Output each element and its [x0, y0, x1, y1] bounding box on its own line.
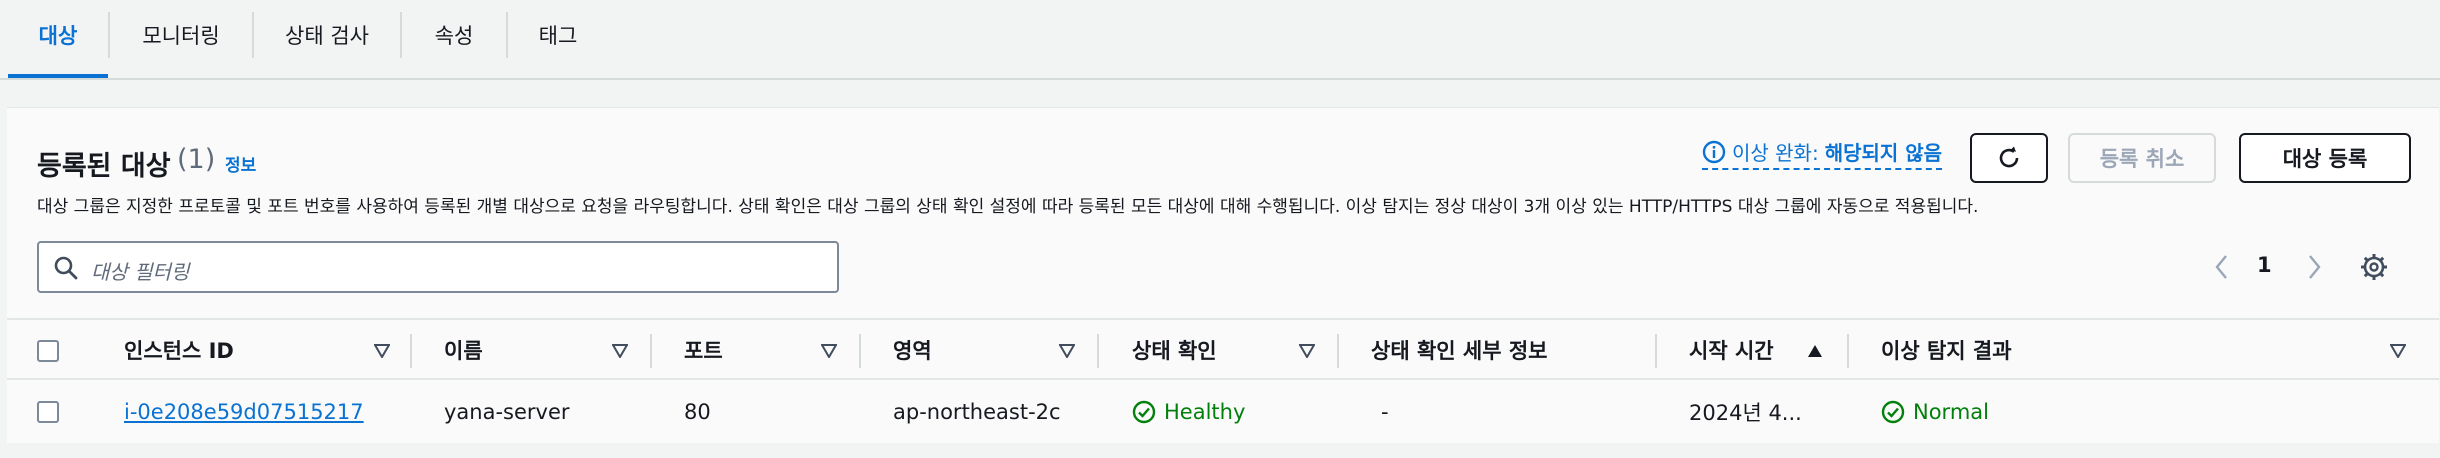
instance-id-link[interactable]: i-0e208e59d07515217: [124, 400, 364, 424]
health-status-text: Healthy: [1164, 400, 1246, 424]
search-placeholder: 대상 필터링: [91, 260, 190, 284]
chevron-right-icon[interactable]: [2304, 253, 2324, 281]
column-divider: [1337, 334, 1339, 368]
panel-title: 등록된 대상: [37, 151, 171, 182]
table-header: 인스턴스 ID 이름 포트 영역 상태 확인 상태 확인 세부 정보 시작 시간…: [7, 318, 2439, 380]
tab-active-indicator: [8, 74, 108, 78]
column-launch-time[interactable]: 시작 시간: [1689, 320, 1774, 380]
name-cell: yana-server: [444, 400, 570, 424]
sort-down-icon[interactable]: [374, 344, 390, 358]
sort-down-icon[interactable]: [1059, 344, 1075, 358]
chevron-left-icon[interactable]: [2212, 253, 2232, 281]
anomaly-value: 해당되지 않음: [1824, 141, 1943, 165]
check-circle-icon: [1132, 400, 1156, 424]
anomaly-result-cell: Normal: [1881, 380, 1989, 444]
panel-description: 대상 그룹은 지정한 프로토콜 및 포트 번호를 사용하여 등록된 개별 대상으…: [37, 197, 1979, 217]
table-row: i-0e208e59d07515217 yana-server 80 ap-no…: [7, 380, 2439, 444]
anomaly-result-text: Normal: [1913, 400, 1989, 424]
select-all-checkbox[interactable]: [37, 340, 59, 362]
anomaly-mitigation-link[interactable]: 이상 완화: 해당되지 않음: [1702, 137, 1943, 170]
column-divider: [859, 334, 861, 368]
current-page[interactable]: 1: [2257, 253, 2272, 277]
anomaly-label: 이상 완화:: [1732, 141, 1819, 165]
row-checkbox[interactable]: [37, 401, 59, 423]
refresh-button[interactable]: [1970, 133, 2048, 183]
column-name[interactable]: 이름: [444, 320, 483, 380]
sort-down-icon[interactable]: [821, 344, 837, 358]
column-instance-id[interactable]: 인스턴스 ID: [124, 320, 234, 380]
column-divider: [1847, 334, 1849, 368]
tab-tags[interactable]: 태그: [508, 0, 608, 70]
info-icon: [1702, 140, 1726, 163]
column-divider: [410, 334, 412, 368]
tab-monitoring[interactable]: 모니터링: [110, 0, 252, 70]
instance-id-cell: i-0e208e59d07515217: [124, 380, 364, 444]
zone-cell: ap-northeast-2c: [893, 400, 1061, 424]
tab-bar: 대상 모니터링 상태 검사 속성 태그: [0, 0, 2440, 80]
sort-down-icon[interactable]: [612, 344, 628, 358]
search-icon: [54, 256, 78, 280]
target-count: (1): [177, 144, 216, 175]
column-divider: [650, 334, 652, 368]
column-health-status[interactable]: 상태 확인: [1132, 320, 1217, 380]
check-circle-icon: [1881, 400, 1905, 424]
sort-down-icon[interactable]: [2390, 344, 2406, 358]
anomaly-result-badge: Normal: [1881, 400, 1989, 424]
column-port[interactable]: 포트: [684, 320, 723, 380]
health-status-badge: Healthy: [1132, 400, 1245, 424]
gear-icon[interactable]: [2359, 252, 2389, 282]
sort-down-icon[interactable]: [1299, 344, 1315, 358]
tab-targets[interactable]: 대상: [8, 0, 108, 70]
registered-targets-panel: 등록된 대상 (1) 정보 대상 그룹은 지정한 프로토콜 및 포트 번호를 사…: [7, 107, 2439, 443]
health-status-cell: Healthy: [1132, 380, 1245, 444]
deregister-button[interactable]: 등록 취소: [2068, 133, 2216, 183]
register-targets-button[interactable]: 대상 등록: [2239, 133, 2411, 183]
tab-health-checks[interactable]: 상태 검사: [254, 0, 400, 70]
info-link[interactable]: 정보: [225, 151, 256, 176]
tab-attributes[interactable]: 속성: [402, 0, 506, 70]
sort-up-icon[interactable]: [1807, 344, 1823, 358]
port-cell: 80: [684, 400, 711, 424]
filter-targets-input[interactable]: 대상 필터링: [37, 241, 839, 293]
health-detail-cell: -: [1381, 400, 1389, 424]
refresh-icon: [1999, 146, 2019, 168]
column-divider: [1655, 334, 1657, 368]
column-zone[interactable]: 영역: [893, 320, 932, 380]
column-anomaly-result[interactable]: 이상 탐지 결과: [1881, 320, 2012, 380]
column-health-details[interactable]: 상태 확인 세부 정보: [1371, 320, 1548, 380]
column-divider: [1097, 334, 1099, 368]
launch-time-cell: 2024년 4...: [1689, 401, 1802, 425]
